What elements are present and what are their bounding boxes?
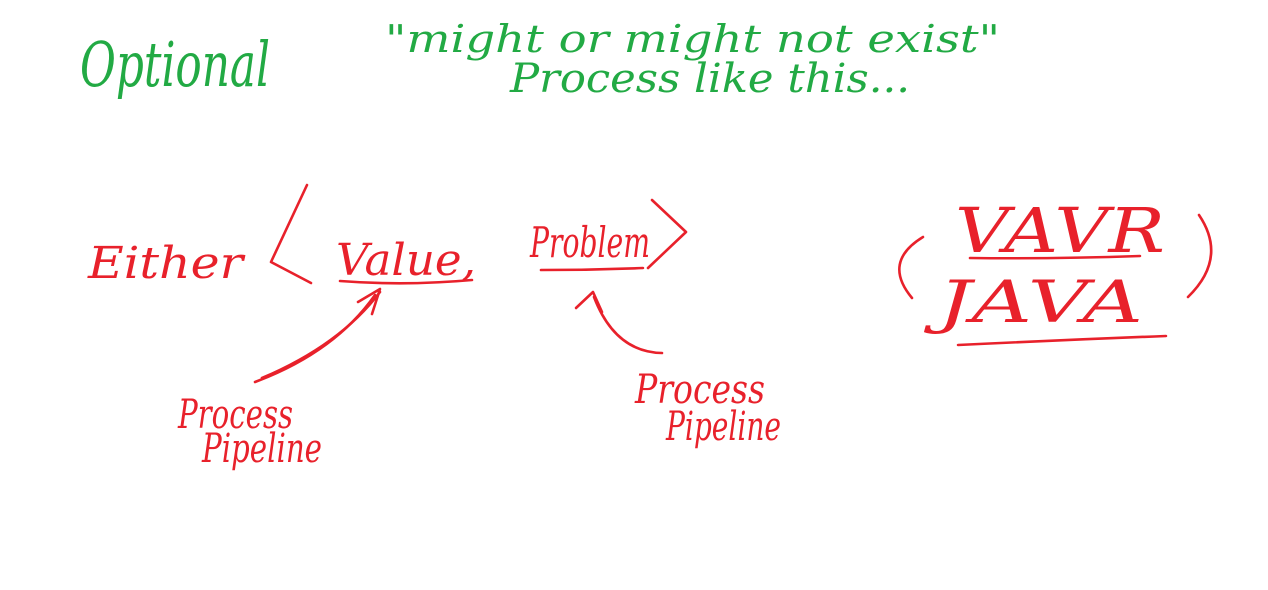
problem-word: Problem (529, 218, 650, 267)
java-word: JAVA (924, 268, 1143, 336)
right-caption-line-2: Pipeline (665, 404, 781, 450)
right-arrow-line (592, 295, 664, 355)
problem-underline (539, 266, 645, 272)
left-arrow-line (253, 293, 377, 384)
quote-line-1: "might or might not exist" (385, 17, 1000, 61)
close-angle-bracket (646, 198, 688, 270)
quote-line-2: Process like this... (509, 56, 910, 102)
open-angle-bracket (269, 183, 313, 285)
right-paren (1186, 213, 1213, 299)
left-caption-line-2: Pipeline (201, 426, 322, 472)
optional-word: Optional (80, 28, 270, 101)
whiteboard-canvas: Optional "might or might not exist" Proc… (80, 17, 1213, 472)
value-word: Value, (336, 235, 476, 286)
left-arrow-line-2 (260, 290, 382, 380)
left-paren (898, 235, 925, 300)
either-word: Either (87, 238, 246, 289)
java-underline (956, 334, 1168, 347)
